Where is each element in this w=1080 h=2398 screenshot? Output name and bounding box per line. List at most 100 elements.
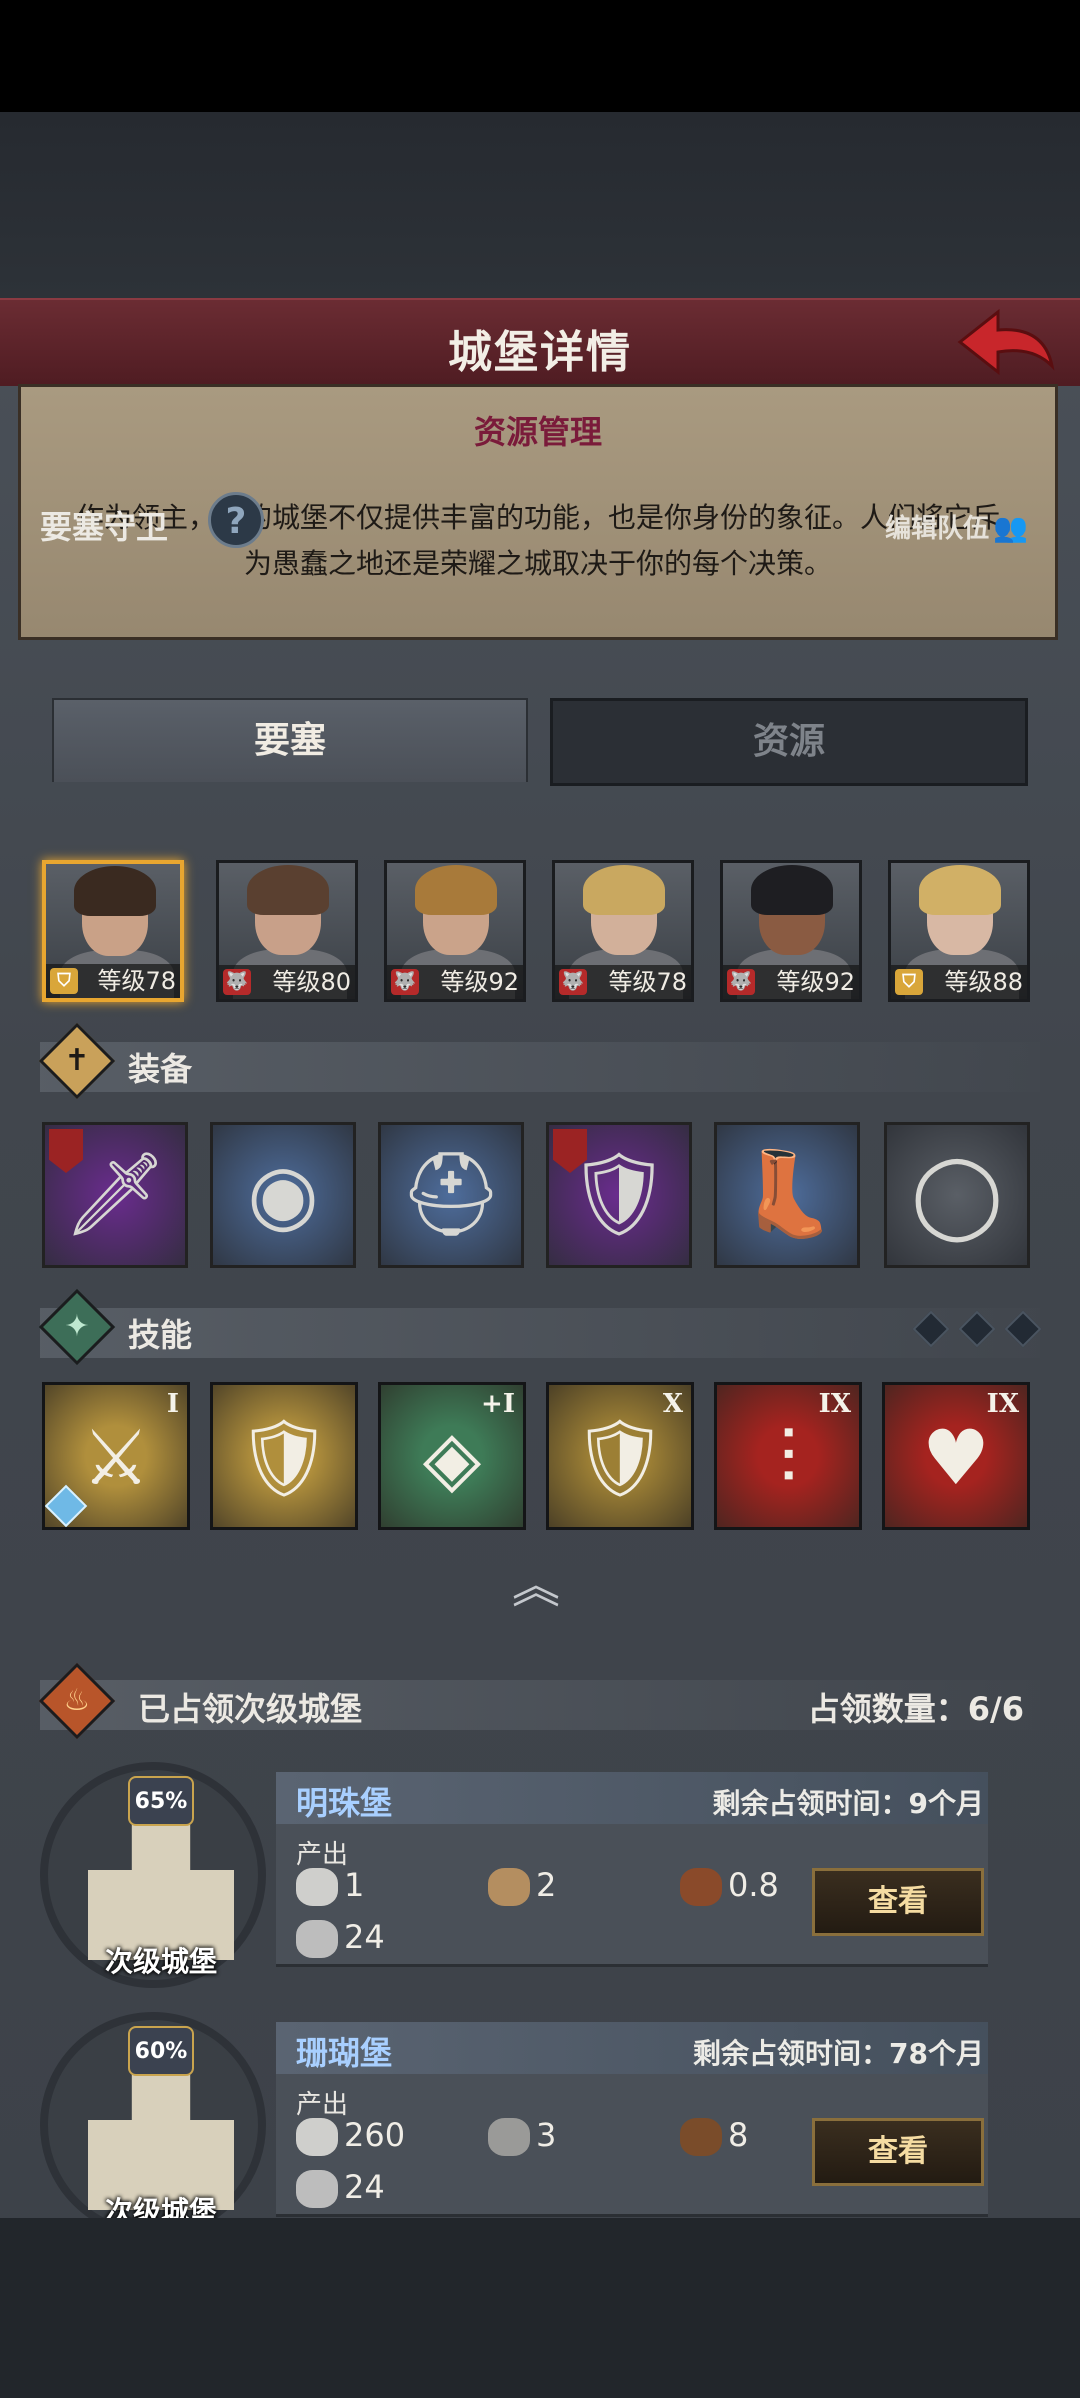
equipment-slot[interactable]: 👢 <box>714 1122 860 1268</box>
resource-value: 8 <box>728 2116 749 2154</box>
skill-rank: X <box>662 1389 683 1419</box>
wolf-icon: 🐺 <box>223 969 251 995</box>
shield-icon: ⛉ <box>895 969 923 995</box>
skill-slot[interactable]: ♥ IX <box>882 1382 1030 1530</box>
hero-portrait[interactable]: ⛉ 等级88 <box>888 860 1030 1002</box>
wolf-icon: 🐺 <box>727 969 755 995</box>
hero-portrait[interactable]: 🐺 等级80 <box>216 860 358 1002</box>
grain-sack-icon <box>488 1868 530 1906</box>
castle-name: 明珠堡 <box>296 1784 393 1822</box>
occupied-title: 已占领次级城堡 <box>138 1690 363 1728</box>
header: 城堡详情 <box>0 298 1080 386</box>
hero-level: 等级92 <box>776 968 855 996</box>
hero-level: 等级80 <box>272 968 351 996</box>
background-bottom <box>0 2218 1080 2398</box>
skill-slot[interactable]: 🛡 <box>210 1382 358 1530</box>
tab-fortress[interactable]: 要塞 <box>52 698 528 782</box>
equipment-slot[interactable]: ◉ <box>210 1122 356 1268</box>
ring-icon: ◯ <box>911 1147 1003 1242</box>
skill-rank: I <box>166 1389 179 1419</box>
hero-portrait[interactable]: 🐺 等级92 <box>720 860 862 1002</box>
back-arrow-icon[interactable] <box>952 306 1062 378</box>
hero-level: 等级88 <box>944 968 1023 996</box>
equipment-slot[interactable]: ◯ <box>884 1122 1030 1268</box>
castle-remaining-time: 剩余占领时间：9个月 <box>712 1787 985 1820</box>
tab-resources[interactable]: 资源 <box>550 698 1028 786</box>
castle-remaining-time: 剩余占领时间：78个月 <box>693 2037 984 2070</box>
resource-value: 24 <box>344 2168 385 2206</box>
resource-item: 0.8 <box>680 1866 779 1906</box>
equipment-slot[interactable]: ⛑ <box>378 1122 524 1268</box>
wood-icon <box>680 2118 722 2156</box>
occupied-count: 占领数量：6/6 <box>807 1690 1024 1728</box>
edit-team-label: 编辑队伍 <box>885 514 990 544</box>
hero-level: 等级78 <box>608 968 687 996</box>
occupied-castle-card: 60% 次级城堡 珊瑚堡 剩余占领时间：78个月 产出 260 3 8 24 查看 <box>40 2012 1040 2238</box>
hero-hair <box>247 865 329 915</box>
resource-value: 2 <box>536 1866 557 1904</box>
page-title: 城堡详情 <box>448 327 632 378</box>
resource-item: 3 <box>488 2116 556 2156</box>
resource-item: 2 <box>488 1866 556 1906</box>
sword-icon: 🗡 <box>62 1147 168 1242</box>
goblet-icon <box>680 1868 722 1906</box>
hero-portrait[interactable]: 🐺 等级92 <box>384 860 526 1002</box>
fortify-shield-skill-icon: 🛡 <box>235 1413 333 1502</box>
castle-name: 珊瑚堡 <box>296 2034 393 2072</box>
hero-portrait[interactable]: ⛉ 等级78 <box>42 860 184 1002</box>
skills-title: 技能 <box>128 1316 193 1354</box>
armor-icon: 🛡 <box>566 1147 672 1242</box>
resource-item: 8 <box>680 2116 748 2156</box>
resource-value: 3 <box>536 2116 557 2154</box>
resource-value: 260 <box>344 2116 406 2154</box>
skill-slot[interactable]: ⫶ IX <box>714 1382 862 1530</box>
guards-title: 要塞守卫 <box>40 508 169 546</box>
castle-type: 次级城堡 <box>104 1945 217 1978</box>
resource-item: 24 <box>296 2168 385 2208</box>
skill-slot-dots <box>898 1310 1042 1348</box>
hero-hair <box>415 865 497 915</box>
team-icon: 👥 <box>993 511 1028 544</box>
silver-icon <box>296 1868 338 1906</box>
status-bar <box>0 0 1080 112</box>
population-icon <box>296 1920 338 1958</box>
castle-emblem: 65% 次级城堡 <box>40 1762 266 1988</box>
skill-slot[interactable]: ◈ +I <box>378 1382 526 1530</box>
castle-tower-icon <box>88 1810 234 1960</box>
wolf-icon: 🐺 <box>559 969 587 995</box>
tab-bar: 要塞 资源 <box>52 698 1032 786</box>
shield-icon: ⛉ <box>50 968 78 994</box>
skill-slot[interactable]: 🛡 X <box>546 1382 694 1530</box>
skill-slot[interactable]: ⚔ I <box>42 1382 190 1530</box>
intro-subtitle: 资源管理 <box>473 413 602 451</box>
collapse-chevron-icon[interactable]: ︽ <box>512 1546 560 1616</box>
skill-rank: +I <box>481 1389 515 1419</box>
resource-value: 0.8 <box>728 1866 779 1904</box>
edit-team-button[interactable]: 编辑队伍 👥 <box>885 508 1028 545</box>
castle-percent: 65% <box>128 1776 194 1826</box>
castle-percent: 60% <box>128 2026 194 2076</box>
occupied-castle-card: 65% 次级城堡 明珠堡 剩余占领时间：9个月 产出 1 2 0.8 24 查看 <box>40 1762 1040 1988</box>
silver-icon <box>296 2118 338 2156</box>
hero-level: 等级92 <box>440 968 519 996</box>
view-castle-button[interactable]: 查看 <box>812 1868 984 1936</box>
hero-portrait[interactable]: 🐺 等级78 <box>552 860 694 1002</box>
view-castle-button[interactable]: 查看 <box>812 2118 984 2186</box>
resource-item: 1 <box>296 1866 364 1906</box>
background-top <box>0 112 1080 298</box>
equipment-slot[interactable]: 🗡 <box>42 1122 188 1268</box>
equipment-slot[interactable]: 🛡 <box>546 1122 692 1268</box>
hero-level: 等级78 <box>97 967 176 995</box>
resource-value: 24 <box>344 1918 385 1956</box>
stone-icon <box>488 2118 530 2156</box>
helmet-icon: ⛑ <box>398 1147 504 1242</box>
resource-item: 260 <box>296 2116 405 2156</box>
wolf-icon: 🐺 <box>391 969 419 995</box>
resource-item: 24 <box>296 1918 385 1958</box>
round-shield-icon: ◉ <box>247 1147 319 1242</box>
help-icon[interactable]: ? <box>208 492 264 548</box>
resource-value: 1 <box>344 1866 365 1904</box>
equipment-title: 装备 <box>128 1050 193 1088</box>
castle-emblem: 60% 次级城堡 <box>40 2012 266 2238</box>
skill-rank: IX <box>818 1389 851 1419</box>
